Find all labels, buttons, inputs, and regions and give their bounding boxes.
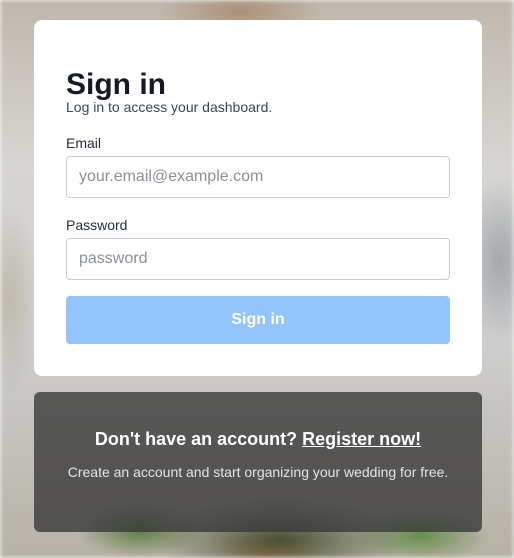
register-panel: Don't have an account? Register now! Cre… bbox=[34, 392, 482, 532]
page-subtitle: Log in to access your dashboard. bbox=[66, 99, 273, 115]
register-prompt: Don't have an account? bbox=[94, 429, 303, 449]
register-heading: Don't have an account? Register now! bbox=[34, 429, 482, 450]
signin-card: Sign in Log in to access your dashboard.… bbox=[34, 20, 482, 376]
email-field[interactable] bbox=[66, 156, 450, 198]
register-link[interactable]: Register now! bbox=[302, 429, 421, 449]
signin-button[interactable]: Sign in bbox=[66, 296, 450, 344]
page-title: Sign in bbox=[66, 68, 166, 101]
password-field[interactable] bbox=[66, 238, 450, 280]
email-label: Email bbox=[66, 135, 102, 151]
register-description: Create an account and start organizing y… bbox=[67, 464, 449, 480]
password-label: Password bbox=[66, 217, 128, 233]
